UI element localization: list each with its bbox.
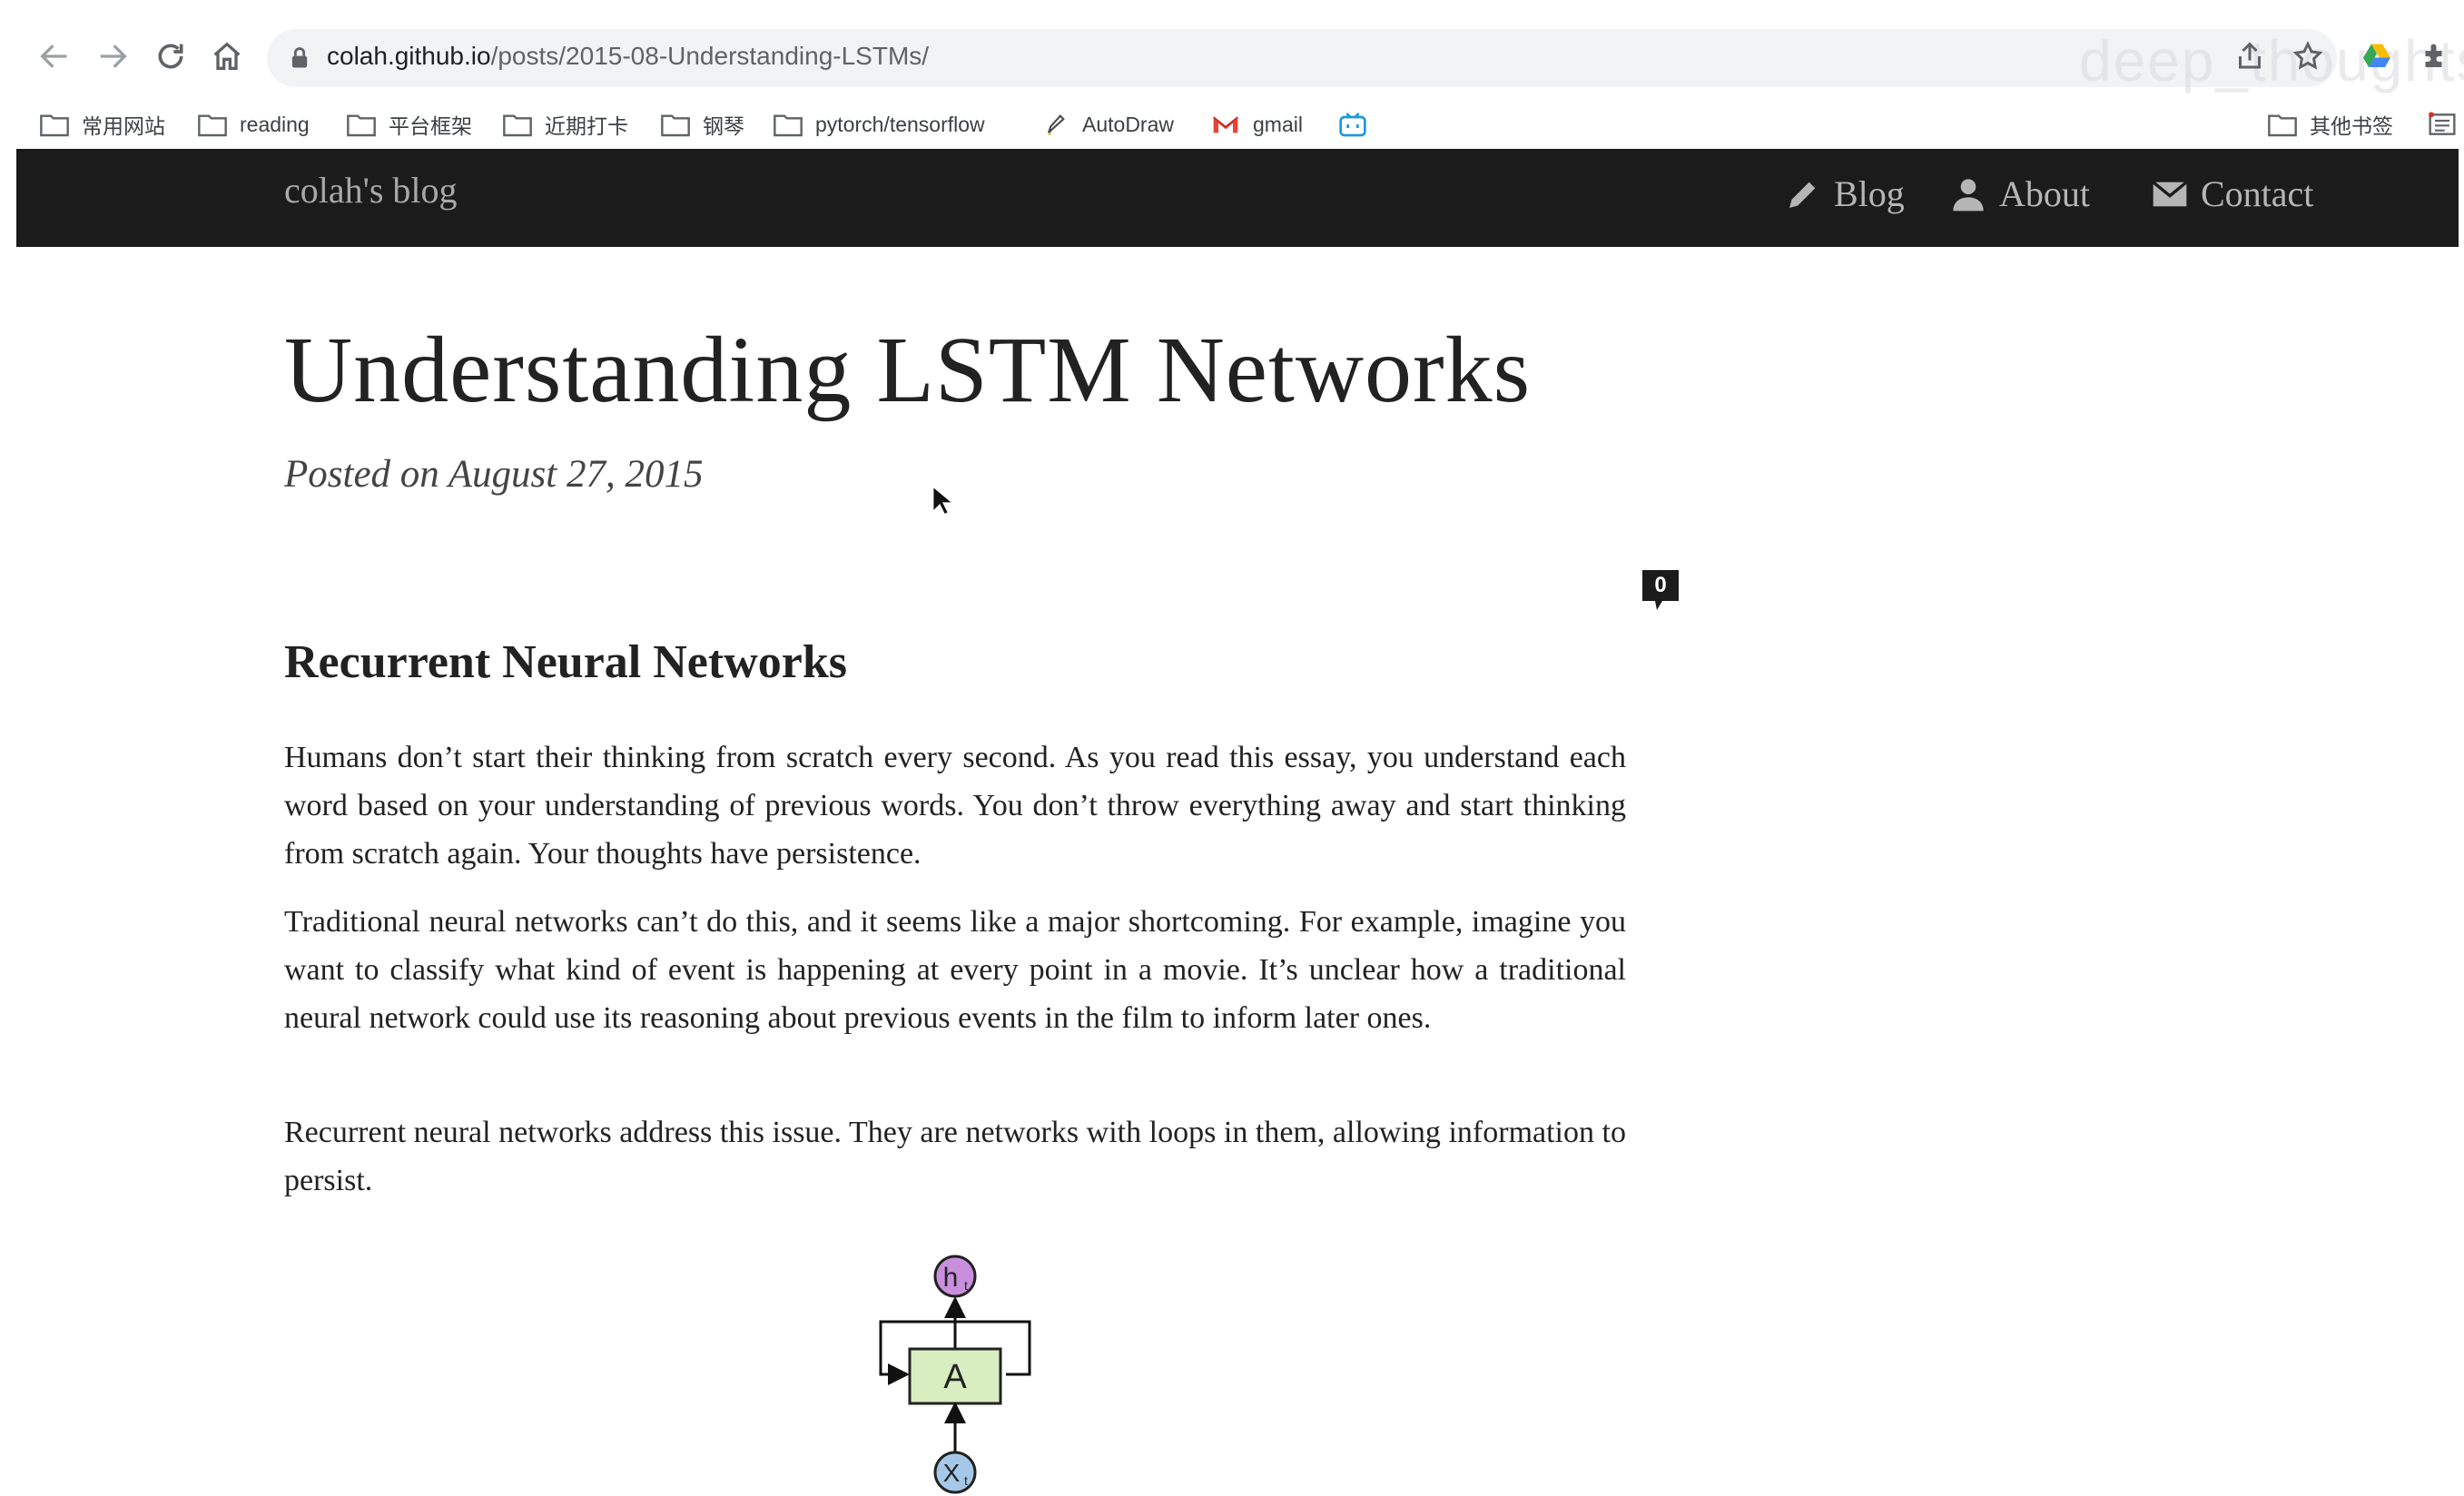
folder-icon [661,114,690,137]
nav-contact-label: Contact [2201,173,2314,214]
folder-icon [503,114,532,137]
folder-icon [198,114,227,137]
bookmark-label: 近期打卡 [545,114,628,138]
forward-button[interactable] [84,27,142,85]
bookmark-changyong[interactable]: 常用网站 [40,102,165,147]
other-bookmarks[interactable]: 其他书签 [2268,102,2393,147]
bookmark-jinqi[interactable]: 近期打卡 [503,102,628,147]
bookmark-label: AutoDraw [1082,112,1174,136]
home-button[interactable] [198,27,256,85]
folder-icon [347,114,376,137]
pencil-icon [1789,182,1816,208]
bookmark-pytorch[interactable]: pytorch/tensorflow [774,102,985,147]
site-navbar: colah's blog Blog About Contact [16,149,2459,247]
bookmark-label: reading [240,112,310,136]
folder-icon [40,114,69,137]
reload-button[interactable] [142,27,200,85]
mouse-cursor-icon [931,485,953,517]
comment-count-badge[interactable]: 0 [1642,570,1679,614]
nav-about-label: About [1999,173,2090,214]
bookmarks-bar: 常用网站 reading 平台框架 近期打卡 钢琴 pytorch/tensor… [0,102,2464,147]
back-button[interactable] [25,27,84,85]
watermark: deep_thoughts [2079,28,2464,94]
bookmark-label: 常用网站 [82,114,165,138]
input-node: X t [933,1451,977,1494]
share-icon[interactable] [2233,40,2266,73]
reload-icon [158,44,183,69]
url-host: colah.github.io [327,42,491,70]
autodraw-icon [1048,114,1065,135]
site-title-link[interactable]: colah's blog [284,169,458,212]
bookmark-label: pytorch/tensorflow [815,112,985,136]
forward-arrow-icon [100,44,127,68]
gmail-icon [1213,116,1238,133]
bookmark-autodraw[interactable]: AutoDraw [1040,102,1174,147]
folder-icon [2268,114,2297,137]
url-text: colah.github.io/posts/2015-08-Understand… [327,42,929,71]
nav-blog-label: Blog [1834,173,1905,214]
bookmark-label: 平台框架 [389,114,472,138]
bookmark-label: gmail [1253,112,1303,136]
home-icon [213,42,241,70]
paragraph: Traditional neural networks can’t do thi… [284,905,1626,1035]
input-subscript: t [964,1473,968,1488]
browser-toolbar: colah.github.io/posts/2015-08-Understand… [0,0,2464,102]
bilibili-icon [1339,113,1366,137]
post-title: Understanding LSTM Networks [284,318,1532,422]
bookmark-gmail[interactable]: gmail [1211,102,1303,147]
nav-about[interactable]: About [1950,172,2090,215]
bookmark-pingtai[interactable]: 平台框架 [347,102,472,147]
user-icon [1953,178,1984,211]
input-label: X [943,1459,961,1487]
address-bar[interactable]: colah.github.io/posts/2015-08-Understand… [267,29,2337,87]
rnn-loop-diagram: h t A X t [879,1255,1031,1494]
rnn-cell: A [908,1347,1002,1405]
reading-list-icon [2429,112,2456,135]
envelope-icon [2152,180,2188,206]
section-heading: Recurrent Neural Networks [284,636,847,688]
bookmark-reading[interactable]: reading [198,102,310,147]
url-path: /posts/2015-08-Understanding-LSTMs/ [490,42,930,70]
extensions-icon[interactable] [2419,40,2451,73]
bookmark-label: 钢琴 [703,114,744,138]
back-arrow-icon [40,44,67,68]
output-label: h [943,1263,959,1293]
paragraph: Humans don’t start their thinking from s… [284,741,1626,871]
output-node: h t [933,1255,977,1298]
bookmark-bilibili[interactable] [1338,102,1380,147]
comment-count: 0 [1654,573,1667,597]
lock-icon [291,47,308,68]
post-date: Posted on August 27, 2015 [284,453,704,496]
reading-list[interactable] [2428,102,2464,147]
nav-contact[interactable]: Contact [2152,172,2313,215]
output-subscript: t [964,1278,968,1293]
folder-icon [774,114,803,137]
other-bookmarks-label: 其他书签 [2310,114,2393,138]
google-drive-icon[interactable] [2361,40,2393,73]
bookmark-star-icon[interactable] [2292,40,2324,73]
paragraph: Recurrent neural networks address this i… [284,1116,1626,1197]
bookmark-gangqin[interactable]: 钢琴 [661,102,744,147]
cell-label: A [943,1358,967,1396]
nav-blog[interactable]: Blog [1785,172,1905,215]
